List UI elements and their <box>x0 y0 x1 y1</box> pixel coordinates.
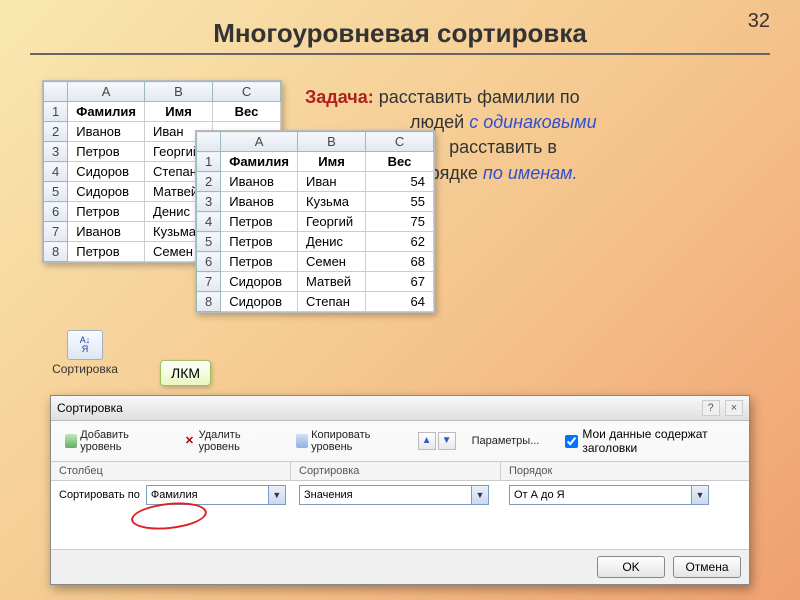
row-header[interactable]: 1 <box>44 102 68 122</box>
column-header-col: Столбец <box>51 462 291 480</box>
cell[interactable]: Сидоров <box>68 182 145 202</box>
cell[interactable]: Сидоров <box>221 272 298 292</box>
copy-level-icon <box>296 434 308 448</box>
headers-checkbox[interactable]: Мои данные содержат заголовки <box>565 427 741 455</box>
cell[interactable]: 55 <box>366 192 434 212</box>
row-header[interactable]: 3 <box>197 192 221 212</box>
corner-cell[interactable] <box>44 82 68 102</box>
cell[interactable]: 64 <box>366 292 434 312</box>
add-level-button[interactable]: Добавить уровень <box>59 427 167 455</box>
col-header-b[interactable]: B <box>145 82 213 102</box>
params-button[interactable]: Параметры... <box>466 433 546 449</box>
row-header[interactable]: 7 <box>44 222 68 242</box>
col-header-a[interactable]: A <box>221 132 298 152</box>
row-header[interactable]: 3 <box>44 142 68 162</box>
close-button[interactable]: × <box>725 400 743 416</box>
cell[interactable]: Иванов <box>221 192 298 212</box>
chevron-down-icon[interactable]: ▼ <box>691 486 708 504</box>
cell[interactable]: Петров <box>68 242 145 262</box>
cell[interactable]: Кузьма <box>298 192 366 212</box>
row-header[interactable]: 4 <box>197 212 221 232</box>
corner-cell[interactable] <box>197 132 221 152</box>
ok-button[interactable]: OK <box>597 556 665 578</box>
cancel-button[interactable]: Отмена <box>673 556 741 578</box>
cell[interactable]: Вес <box>366 152 434 172</box>
order-combo[interactable]: От А до Я ▼ <box>509 485 709 505</box>
row-header[interactable]: 8 <box>197 292 221 312</box>
chevron-down-icon[interactable]: ▼ <box>268 486 285 504</box>
cell[interactable]: 54 <box>366 172 434 192</box>
row-header[interactable]: 6 <box>197 252 221 272</box>
row-header[interactable]: 2 <box>197 172 221 192</box>
cell[interactable]: Иванов <box>68 222 145 242</box>
sort-ribbon-button[interactable]: Сортировка <box>50 330 120 376</box>
chevron-down-icon[interactable]: ▼ <box>471 486 488 504</box>
page-number: 32 <box>748 10 770 33</box>
column-header-sort: Сортировка <box>291 462 501 480</box>
sort-dialog: Сортировка ? × Добавить уровень ✕ Удалит… <box>50 395 750 585</box>
col-header-c[interactable]: C <box>366 132 434 152</box>
cell[interactable]: Иван <box>298 172 366 192</box>
excel-grid-sorted: A B C 1 Фамилия Имя Вес 2ИвановИван543Ив… <box>195 130 435 313</box>
cell[interactable]: 67 <box>366 272 434 292</box>
cell[interactable]: Семен <box>298 252 366 272</box>
delete-level-icon: ✕ <box>183 434 195 448</box>
sort-on-combo[interactable]: Значения ▼ <box>299 485 489 505</box>
col-header-c[interactable]: C <box>213 82 281 102</box>
sort-ribbon-label: Сортировка <box>50 362 120 376</box>
cell[interactable]: Сидоров <box>221 292 298 312</box>
sort-by-label: Сортировать по <box>59 489 140 501</box>
row-header[interactable]: 6 <box>44 202 68 222</box>
sort-by-combo[interactable]: Фамилия ▼ <box>146 485 286 505</box>
cell[interactable]: Степан <box>298 292 366 312</box>
cell[interactable]: 68 <box>366 252 434 272</box>
task-label: Задача: <box>305 87 374 107</box>
row-header[interactable]: 8 <box>44 242 68 262</box>
move-down-button[interactable]: ▼ <box>438 432 456 450</box>
dialog-title: Сортировка <box>57 401 123 415</box>
sort-icon <box>67 330 103 360</box>
copy-level-button[interactable]: Копировать уровень <box>290 427 408 455</box>
lkm-badge: ЛКМ <box>160 360 211 386</box>
cell[interactable]: Сидоров <box>68 162 145 182</box>
cell[interactable]: Георгий <box>298 212 366 232</box>
cell[interactable]: Фамилия <box>68 102 145 122</box>
cell[interactable]: Вес <box>213 102 281 122</box>
cell[interactable]: Иванов <box>221 172 298 192</box>
cell[interactable]: 75 <box>366 212 434 232</box>
headers-checkbox-input[interactable] <box>565 435 578 448</box>
page-title: Многоуровневая сортировка <box>30 0 770 55</box>
cell[interactable]: Имя <box>298 152 366 172</box>
cell[interactable]: Матвей <box>298 272 366 292</box>
row-header[interactable]: 2 <box>44 122 68 142</box>
cell[interactable]: Имя <box>145 102 213 122</box>
cell[interactable]: 62 <box>366 232 434 252</box>
row-header[interactable]: 7 <box>197 272 221 292</box>
cell[interactable]: Петров <box>221 252 298 272</box>
col-header-b[interactable]: B <box>298 132 366 152</box>
move-up-button[interactable]: ▲ <box>418 432 436 450</box>
cell[interactable]: Петров <box>221 212 298 232</box>
help-button[interactable]: ? <box>702 400 720 416</box>
row-header[interactable]: 4 <box>44 162 68 182</box>
cell[interactable]: Петров <box>68 202 145 222</box>
row-header[interactable]: 5 <box>44 182 68 202</box>
cell[interactable]: Петров <box>221 232 298 252</box>
column-header-order: Порядок <box>501 462 749 480</box>
cell[interactable]: Фамилия <box>221 152 298 172</box>
cell[interactable]: Денис <box>298 232 366 252</box>
col-header-a[interactable]: A <box>68 82 145 102</box>
row-header[interactable]: 5 <box>197 232 221 252</box>
delete-level-button[interactable]: ✕ Удалить уровень <box>177 427 280 455</box>
cell[interactable]: Иванов <box>68 122 145 142</box>
add-level-icon <box>65 434 77 448</box>
cell[interactable]: Петров <box>68 142 145 162</box>
row-header[interactable]: 1 <box>197 152 221 172</box>
